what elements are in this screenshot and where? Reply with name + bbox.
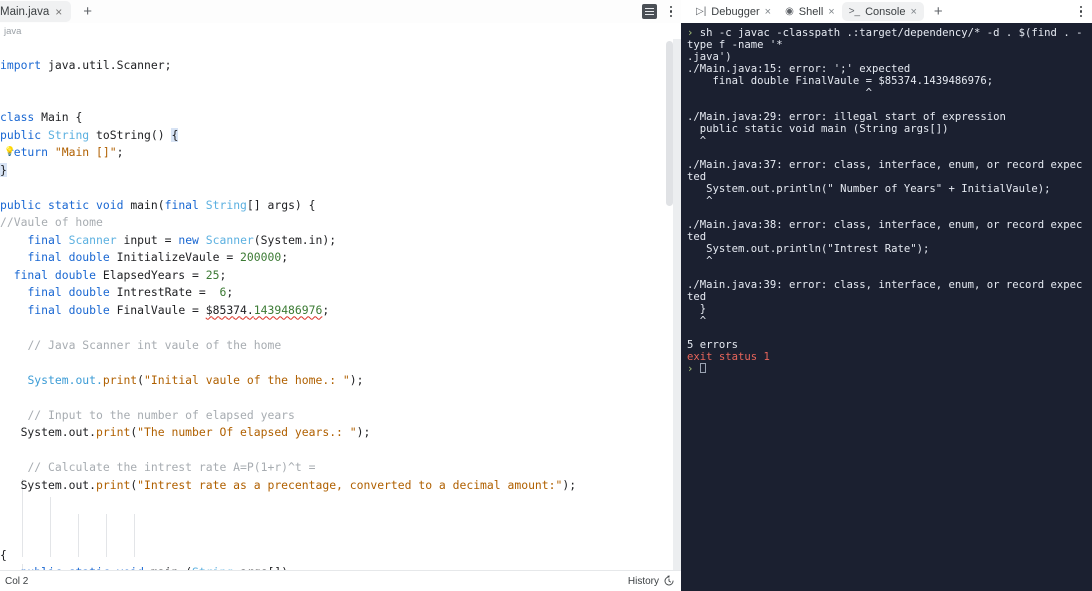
console-line: ^ — [687, 195, 713, 207]
code-line: import java.util.Scanner; — [0, 57, 172, 72]
console-line: › sh -c javac -classpath .:target/depend… — [687, 27, 1083, 51]
code-line: } — [0, 162, 7, 177]
code-line: public String toString() { — [0, 127, 179, 142]
lightbulb-quickfix-icon[interactable]: 💡 — [4, 146, 15, 158]
editor-statusbar: Col 2 History — [0, 570, 681, 591]
console-line: ./Main.java:38: error: class, interface,… — [687, 219, 1083, 243]
play-debug-icon: ▷| — [696, 6, 707, 17]
console-line: ^ — [687, 255, 713, 267]
history-button[interactable]: History — [628, 575, 675, 587]
tab-console[interactable]: >_ Console × — [841, 2, 924, 21]
kebab-menu-icon[interactable] — [665, 4, 677, 20]
console-line: ^ — [687, 87, 872, 99]
close-icon[interactable]: × — [765, 6, 771, 18]
console-line: ./Main.java:29: error: illegal start of … — [687, 111, 1006, 123]
code-line: System.out.print("The number Of elapsed … — [20, 425, 371, 439]
code-line: final double ElapsedYears = 25; — [13, 267, 227, 282]
console-line: ./Main.java:37: error: class, interface,… — [687, 159, 1083, 183]
code-line: class Main { — [0, 110, 83, 124]
console-line: exit status 1 — [687, 351, 770, 363]
editor-tab-label: Main.java — [0, 5, 50, 18]
close-icon[interactable]: × — [828, 6, 834, 18]
editor-right-edge — [673, 39, 681, 570]
console-line: System.out.println(" Number of Years" + … — [687, 183, 1051, 195]
console-line: System.out.println("Intrest Rate"); — [687, 243, 930, 255]
tab-console-label: Console — [865, 5, 906, 18]
new-tab-button[interactable]: + — [83, 4, 92, 19]
console-new-tab-button[interactable]: + — [934, 4, 943, 19]
console-output[interactable]: › sh -c javac -classpath .:target/depend… — [681, 23, 1092, 591]
ide-root: Main.java × + java import java.util.Scan… — [0, 0, 1092, 591]
code-line: // Input to the number of elapsed years — [27, 407, 295, 422]
cursor-position: Col 2 — [5, 575, 29, 587]
editor-tab-main-java[interactable]: Main.java × — [0, 1, 72, 22]
code-line: { — [0, 547, 7, 562]
code-editor[interactable]: import java.util.Scanner; class Main { pub… — [0, 39, 681, 570]
editor-pane: Main.java × + java import java.util.Scan… — [0, 0, 681, 591]
console-line: ./Main.java:39: error: class, interface,… — [687, 279, 1083, 303]
console-line: ^ — [687, 315, 707, 327]
terminal-prompt-icon: >_ — [848, 6, 861, 17]
code-line: System.out.print("Initial vaule of the h… — [27, 372, 364, 387]
editor-scrollbar-thumb[interactable] — [666, 41, 673, 206]
code-line: final Scanner input = new Scanner(System… — [27, 232, 337, 247]
code-line: final double FinalVaule = $85374.1439486… — [27, 302, 330, 317]
history-clock-icon — [664, 575, 674, 586]
console-toolbar — [1075, 0, 1087, 23]
close-icon[interactable]: × — [910, 6, 916, 18]
code-line: // Java Scanner int vaule of the home — [27, 337, 282, 352]
console-line: › — [687, 363, 1086, 375]
console-line: 5 errors — [687, 339, 739, 351]
editor-tabbar: Main.java × + — [0, 0, 681, 23]
console-line: ^ — [687, 135, 707, 147]
console-pane: ▷| Debugger × ◉ Shell × >_ Console × + ›… — [681, 0, 1092, 591]
tab-shell-label: Shell — [798, 5, 824, 18]
console-tabbar: ▷| Debugger × ◉ Shell × >_ Console × + — [681, 0, 1092, 23]
tab-debugger[interactable]: ▷| Debugger × — [689, 2, 778, 21]
console-line: final double FinalVaule = $85374.1439486… — [687, 75, 994, 87]
code-line: final double IntrestRate = 6; — [27, 285, 234, 299]
kebab-menu-icon[interactable] — [1075, 4, 1087, 20]
tab-shell[interactable]: ◉ Shell × — [778, 2, 842, 21]
document-lines-icon[interactable] — [642, 4, 657, 19]
history-label: History — [627, 575, 659, 587]
code-line: public static void main(final String[] a… — [0, 197, 316, 212]
language-label: java — [0, 23, 681, 39]
console-line: .java') — [687, 51, 732, 63]
editor-toolbar — [642, 0, 677, 23]
console-line: ./Main.java:15: error: ';' expected — [687, 63, 911, 75]
code-line: System.out.print("Intrest rate as a prec… — [20, 477, 577, 492]
code-content[interactable]: import java.util.Scanner; class Main { pub… — [0, 39, 681, 570]
console-line: public static void main (String args[]) — [687, 123, 949, 135]
code-line: 💡 return "Main []"; — [4, 145, 124, 159]
code-line: // Calculate the intrest rate A=P(1+r)^t… — [27, 460, 316, 474]
code-line: //Vaule of home — [0, 215, 103, 229]
close-icon[interactable]: × — [54, 6, 63, 18]
console-line: } — [687, 303, 707, 315]
code-line: final double InitializeVaule = 200000; — [27, 250, 289, 264]
code-line: public static void main (String args[]) — [0, 564, 681, 570]
tab-debugger-label: Debugger — [711, 5, 760, 18]
shell-globe-icon: ◉ — [785, 6, 794, 17]
